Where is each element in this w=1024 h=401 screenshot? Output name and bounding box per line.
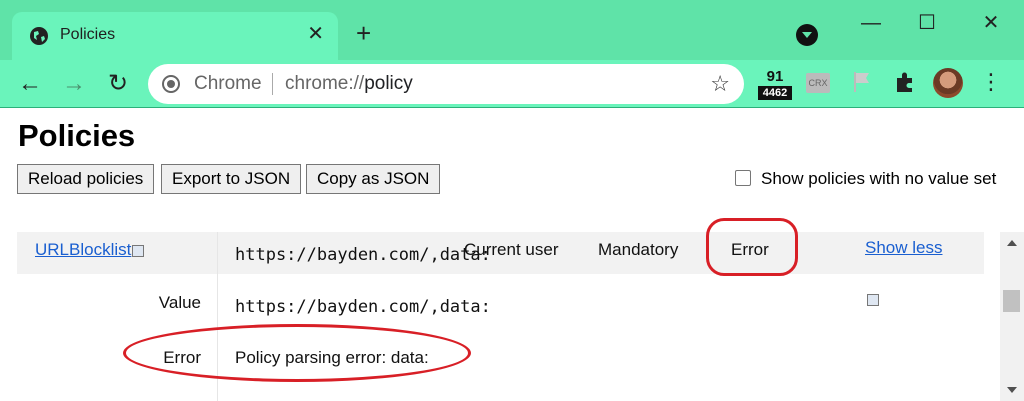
reload-icon[interactable]: ↻ (102, 68, 134, 100)
policy-table: URLBlocklist https://bayden.com/,data: C… (17, 232, 984, 401)
policy-value-preview: https://bayden.com/,data: (235, 245, 491, 265)
globe-icon (30, 27, 48, 45)
show-less-link[interactable]: Show less (865, 238, 942, 258)
bookmark-star-icon[interactable]: ☆ (710, 71, 730, 97)
extensions-puzzle-icon[interactable] (893, 70, 917, 94)
flag-extension-icon[interactable] (852, 70, 872, 94)
back-arrow-icon[interactable]: ← (14, 68, 46, 100)
copy-value-icon[interactable] (867, 294, 879, 306)
show-unset-policies-label: Show policies with no value set (761, 169, 997, 188)
maximize-button[interactable]: ☐ (912, 8, 942, 38)
tab-search-icon[interactable] (796, 24, 818, 46)
omnibox-url-prefix: chrome:// (285, 73, 365, 94)
reload-policies-button[interactable]: Reload policies (17, 164, 155, 194)
scroll-down-arrow-icon[interactable] (1007, 387, 1017, 393)
forward-arrow-icon[interactable]: → (58, 68, 90, 100)
detail-label-value: Value (158, 293, 201, 312)
omnibox-url-path: policy (364, 73, 413, 94)
browser-titlebar: Policies ✕ + — ☐ ✕ (0, 0, 1024, 60)
export-json-button[interactable]: Export to JSON (161, 164, 302, 194)
extension-counter-bottom: 4462 (758, 86, 792, 100)
policy-name-link[interactable]: URLBlocklist (35, 240, 145, 260)
active-tab[interactable]: Policies ✕ (12, 12, 338, 60)
policy-level: Mandatory (598, 240, 679, 259)
policy-source: Current user (464, 240, 559, 259)
crx-extension-icon[interactable]: CRX (806, 73, 830, 93)
tab-close-icon[interactable]: ✕ (307, 24, 324, 44)
detail-value: https://bayden.com/,data: (235, 297, 491, 317)
chrome-logo-icon (162, 75, 180, 93)
profile-avatar[interactable] (933, 68, 963, 98)
scrollbar-thumb[interactable] (1003, 290, 1020, 312)
address-bar[interactable]: Chrome chrome://policy ☆ (148, 64, 744, 104)
minimize-button[interactable]: — (856, 8, 886, 38)
tab-title: Policies (60, 26, 116, 43)
omnibox-separator (272, 73, 273, 95)
copy-json-button[interactable]: Copy as JSON (306, 164, 441, 194)
status-error-highlight (706, 218, 798, 276)
more-menu-icon[interactable]: ⋮ (980, 69, 1002, 95)
omnibox-scheme-label: Chrome (194, 73, 262, 94)
page-title: Policies (18, 118, 136, 153)
close-window-button[interactable]: ✕ (976, 8, 1006, 38)
policy-row: URLBlocklist https://bayden.com/,data: C… (17, 232, 984, 274)
policy-name: URLBlocklist (35, 240, 132, 259)
show-unset-policies-checkbox[interactable] (735, 170, 751, 186)
parsing-error-highlight (123, 324, 471, 382)
new-tab-button[interactable]: + (356, 20, 371, 46)
extension-counter-icon[interactable]: 91 4462 (758, 68, 792, 102)
copy-icon[interactable] (132, 244, 145, 257)
scroll-up-arrow-icon[interactable] (1007, 240, 1017, 246)
scrollbar[interactable] (1000, 232, 1024, 401)
extension-counter-top: 91 (766, 68, 784, 85)
omnibox-url: chrome://policy (285, 73, 413, 95)
